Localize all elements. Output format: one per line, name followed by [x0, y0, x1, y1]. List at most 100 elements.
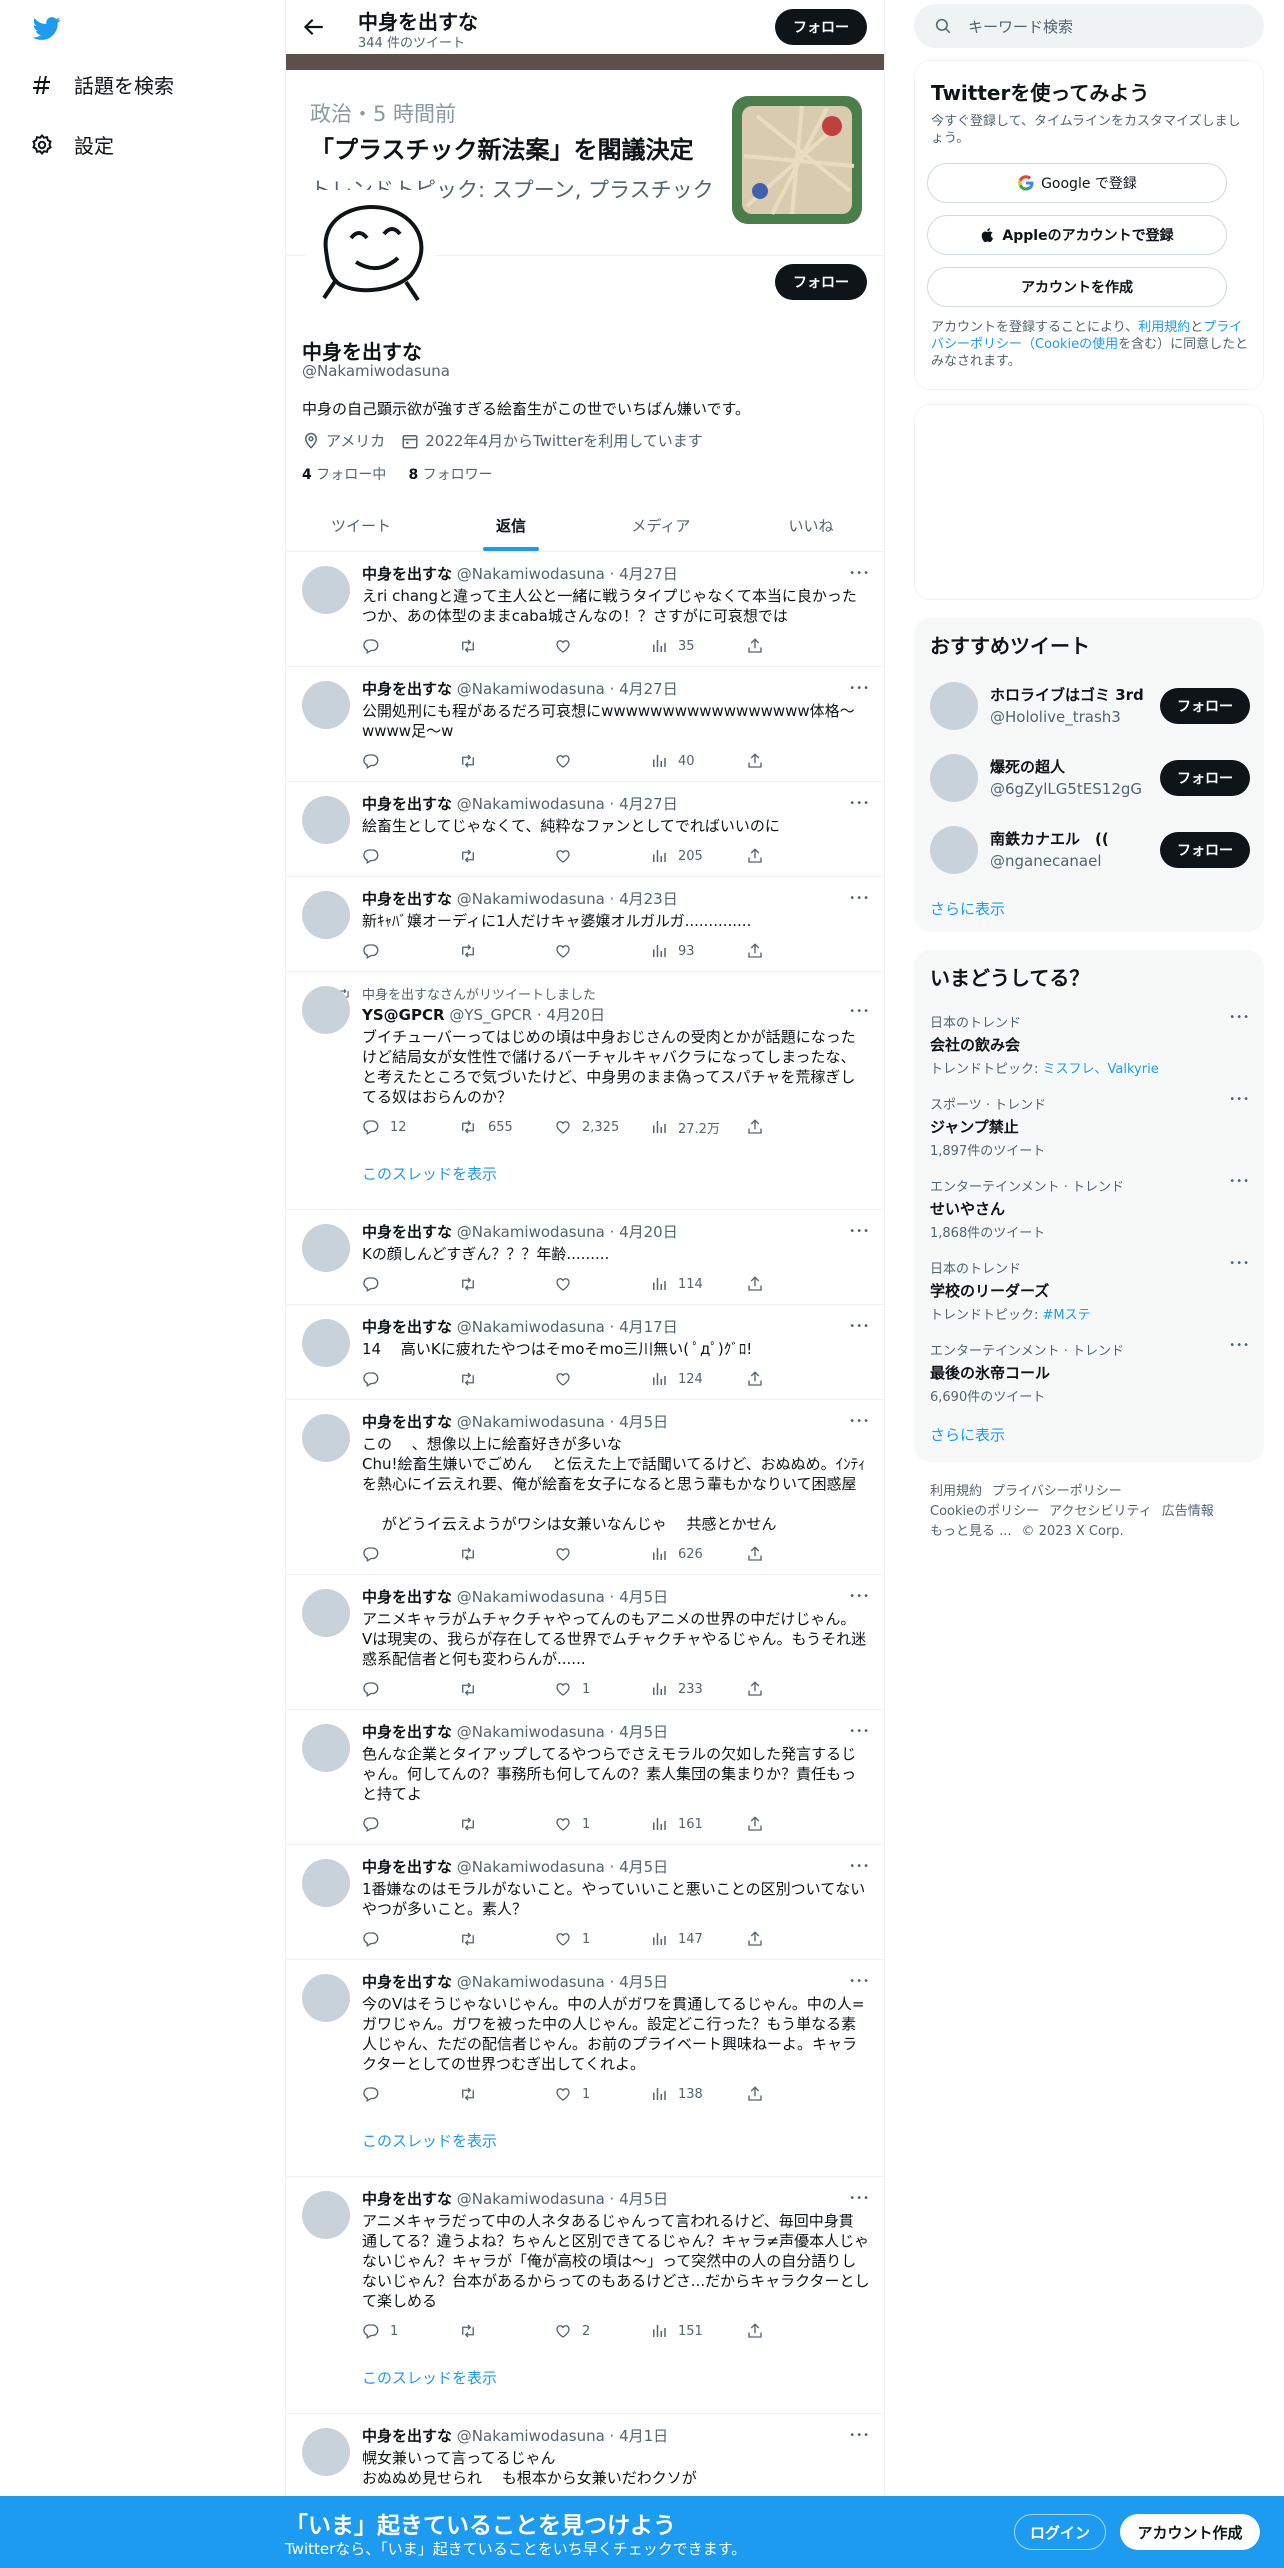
trend-item[interactable]: エンターテインメント · トレンド 最後の氷帝コール 6,690件のツイート •••: [930, 1340, 1250, 1405]
retweet-action[interactable]: [458, 751, 554, 771]
trend-more-icon[interactable]: •••: [1229, 1094, 1250, 1105]
nav-settings[interactable]: 設定: [28, 130, 114, 159]
views-action[interactable]: 114: [650, 1274, 746, 1294]
reply-action[interactable]: [362, 1814, 458, 1834]
share-action[interactable]: [746, 751, 842, 771]
more-options-icon[interactable]: •••: [849, 798, 870, 809]
reply-action[interactable]: 12: [362, 1117, 458, 1137]
tweet-avatar[interactable]: [302, 681, 350, 729]
show-thread-link[interactable]: このスレッドを表示: [362, 1163, 870, 1184]
retweet-action[interactable]: [458, 846, 554, 866]
trend-more-icon[interactable]: •••: [1229, 1258, 1250, 1269]
views-action[interactable]: 35: [650, 636, 746, 656]
tab-0[interactable]: ツイート: [286, 500, 436, 551]
views-action[interactable]: 27.2万: [650, 1117, 746, 1137]
tweet-avatar[interactable]: [302, 2428, 350, 2476]
reply-action[interactable]: 1: [362, 2321, 458, 2341]
more-options-icon[interactable]: •••: [849, 893, 870, 904]
tab-3[interactable]: いいね: [736, 500, 884, 551]
footer-terms-link[interactable]: 利用規約: [930, 1484, 982, 1499]
show-thread-link[interactable]: このスレッドを表示: [362, 2130, 870, 2151]
tweet-author-name[interactable]: 中身を出すな: [362, 1858, 452, 1876]
retweet-action[interactable]: [458, 1544, 554, 1564]
tweet[interactable]: 中身を出すな @Nakamiwodasuna · 4月5日 ••• 今のVはそうじゃ…: [286, 1960, 884, 2167]
tweet-author-name[interactable]: 中身を出すな: [362, 1588, 452, 1606]
views-action[interactable]: 93: [650, 941, 746, 961]
retweet-action[interactable]: [458, 2084, 554, 2104]
footer-accessibility-link[interactable]: アクセシビリティ: [1049, 1504, 1152, 1519]
more-options-icon[interactable]: •••: [849, 1591, 870, 1602]
tweet-author-name[interactable]: 中身を出すな: [362, 680, 452, 698]
nav-explore[interactable]: 話題を検索: [28, 70, 174, 99]
views-action[interactable]: 205: [650, 846, 746, 866]
tweet[interactable]: 中身を出すな @Nakamiwodasuna · 4月20日 ••• Kの顔しんどす…: [286, 1210, 884, 1305]
retweet-action[interactable]: [458, 1814, 554, 1834]
who-to-follow-more-link[interactable]: さらに表示: [930, 898, 1005, 919]
suggested-user-avatar[interactable]: [930, 826, 978, 874]
share-action[interactable]: [746, 1544, 842, 1564]
suggested-user[interactable]: ホロライブはゴミ 3rd @Hololive_trash3 フォロー: [930, 670, 1250, 742]
reply-action[interactable]: [362, 1929, 458, 1949]
tweet-author-name[interactable]: 中身を出すな: [362, 2190, 452, 2208]
reply-action[interactable]: [362, 846, 458, 866]
like-action[interactable]: [554, 636, 650, 656]
more-options-icon[interactable]: •••: [849, 2193, 870, 2204]
share-action[interactable]: [746, 1814, 842, 1834]
footer-cookie-link[interactable]: Cookieのポリシー: [930, 1504, 1039, 1519]
followers-link[interactable]: 8 フォロワー: [408, 467, 492, 483]
tab-1[interactable]: 返信: [436, 500, 586, 551]
like-action[interactable]: [554, 941, 650, 961]
search-input[interactable]: キーワード検索: [914, 4, 1264, 48]
tweet-author-name[interactable]: 中身を出すな: [362, 795, 452, 813]
reply-action[interactable]: [362, 636, 458, 656]
footer-more-link[interactable]: もっと見る ...: [930, 1524, 1012, 1539]
show-thread-link[interactable]: このスレッドを表示: [362, 2367, 870, 2388]
views-action[interactable]: 233: [650, 1679, 746, 1699]
trend-item[interactable]: 日本のトレンド 会社の飲み会 トレンドトピック: ミスフレ、Valkyrie •••: [930, 1012, 1250, 1077]
tweet-avatar[interactable]: [302, 1414, 350, 1462]
more-options-icon[interactable]: •••: [849, 1726, 870, 1737]
like-action[interactable]: [554, 1544, 650, 1564]
suggested-user-avatar[interactable]: [930, 754, 978, 802]
tweet[interactable]: 中身を出すな @Nakamiwodasuna · 4月5日 ••• アニメキャラがム…: [286, 1575, 884, 1710]
like-action[interactable]: 1: [554, 2084, 650, 2104]
tweet[interactable]: 中身を出すな @Nakamiwodasuna · 4月27日 ••• 公開処刑にも程…: [286, 667, 884, 782]
suggested-user[interactable]: 南鉄カナエル ((@nganecanael フォロー: [930, 814, 1250, 886]
share-action[interactable]: [746, 2321, 842, 2341]
tweet-avatar[interactable]: [302, 1974, 350, 2022]
reply-action[interactable]: [362, 1274, 458, 1294]
tweet-avatar[interactable]: [302, 2191, 350, 2239]
retweet-action[interactable]: 655: [458, 1117, 554, 1137]
tweet[interactable]: 中身を出すな @Nakamiwodasuna · 4月5日 ••• 1番嫌なのはモラ…: [286, 1845, 884, 1960]
trend-item[interactable]: 日本のトレンド 学校のリーダーズ トレンドトピック: #Mステ •••: [930, 1258, 1250, 1323]
share-action[interactable]: [746, 941, 842, 961]
suggested-user-follow-button[interactable]: フォロー: [1160, 688, 1250, 724]
tweet[interactable]: 中身を出すな @Nakamiwodasuna · 4月27日 ••• えri cha…: [286, 552, 884, 667]
retweet-action[interactable]: [458, 1929, 554, 1949]
reply-action[interactable]: [362, 1369, 458, 1389]
footer-privacy-link[interactable]: プライバシーポリシー: [992, 1484, 1122, 1499]
share-action[interactable]: [746, 1679, 842, 1699]
tweet-avatar[interactable]: [302, 1724, 350, 1772]
like-action[interactable]: [554, 1274, 650, 1294]
views-action[interactable]: 124: [650, 1369, 746, 1389]
trend-topic-link[interactable]: #Mステ: [1043, 1308, 1091, 1323]
reply-action[interactable]: [362, 751, 458, 771]
more-options-icon[interactable]: •••: [849, 1226, 870, 1237]
tweet-avatar[interactable]: [302, 566, 350, 614]
views-action[interactable]: 147: [650, 1929, 746, 1949]
login-button[interactable]: ログイン: [1014, 2514, 1106, 2550]
google-signup-button[interactable]: Google で登録: [927, 163, 1227, 203]
tweet-avatar[interactable]: [302, 796, 350, 844]
retweet-action[interactable]: [458, 941, 554, 961]
profile-follow-button[interactable]: フォロー: [775, 264, 867, 300]
retweet-action[interactable]: [458, 2321, 554, 2341]
footer-ads-link[interactable]: 広告情報: [1162, 1504, 1214, 1519]
tweet-author-name[interactable]: 中身を出すな: [362, 1223, 452, 1241]
tweet-author-name[interactable]: 中身を出すな: [362, 1723, 452, 1741]
tweet-avatar[interactable]: [302, 891, 350, 939]
trend-item[interactable]: エンターテインメント · トレンド せいやさん 1,868件のツイート •••: [930, 1176, 1250, 1241]
header-follow-button[interactable]: フォロー: [775, 9, 867, 45]
tweet-avatar[interactable]: [302, 1859, 350, 1907]
trend-topic-link[interactable]: ミスフレ、Valkyrie: [1043, 1062, 1159, 1077]
